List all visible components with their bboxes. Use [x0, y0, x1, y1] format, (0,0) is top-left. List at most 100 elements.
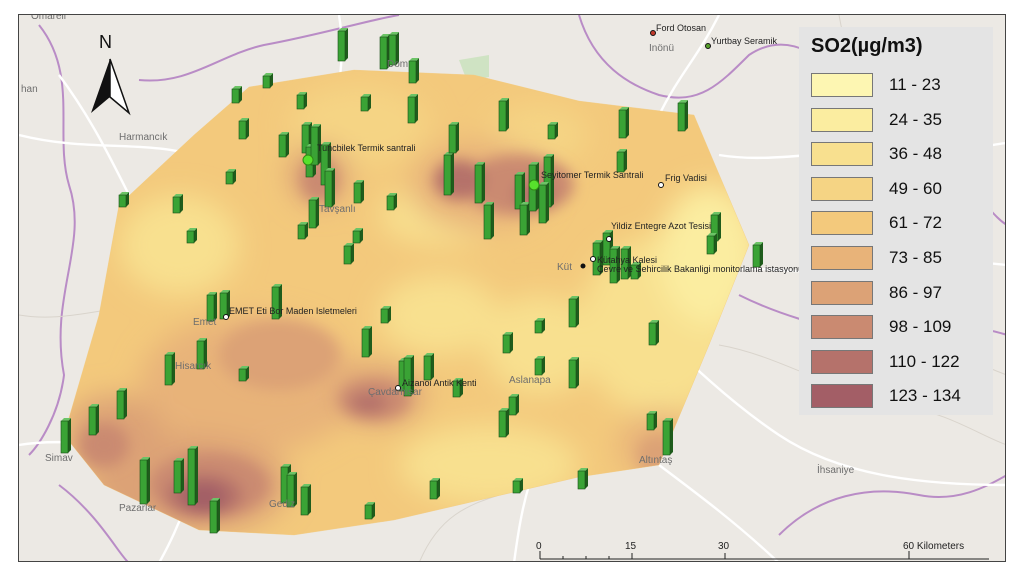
monitoring-bar-side — [394, 193, 397, 210]
monitoring-bar-side — [626, 107, 629, 138]
monitoring-bar — [429, 480, 438, 500]
monitoring-bar — [353, 182, 362, 204]
legend-label: 49 - 60 — [889, 178, 942, 198]
monitoring-bar — [361, 328, 370, 358]
monitoring-bar — [662, 420, 671, 456]
monitoring-bar — [474, 164, 483, 204]
facility-label-yildiz-entegre: Yildiz Entegre Azot Tesisi — [611, 221, 712, 231]
town-label-aslanapa: Aslanapa — [509, 375, 551, 386]
legend-item: 123 - 134 — [811, 384, 987, 410]
monitoring-bar-side — [685, 100, 688, 131]
monitoring-bar — [408, 60, 417, 84]
facility-label-aizanoi: Aizanoi Antik Kenti — [402, 378, 477, 388]
monitoring-bar — [60, 420, 69, 454]
scale-label-60: 60 Kilometers — [903, 541, 965, 552]
scale-label-30: 30 — [718, 541, 730, 552]
monitoring-bar — [423, 355, 432, 381]
monitoring-bar — [337, 30, 346, 62]
facility-label-ford-otosan: Ford Otosan — [656, 23, 707, 33]
monitoring-bar — [186, 230, 195, 244]
facility-point-icon — [528, 179, 540, 191]
monitoring-bar-side — [369, 326, 372, 357]
monitoring-bar — [297, 224, 306, 240]
monitoring-bar-side — [491, 202, 494, 239]
facility-label-seyitomer: Seyitomer Termik Santrali — [541, 170, 644, 180]
facility-point-icon — [590, 256, 596, 262]
monitoring-bar-side — [546, 182, 549, 223]
monitoring-bar-side — [305, 222, 308, 239]
monitoring-bar — [209, 500, 218, 534]
monitoring-bar-side — [147, 457, 150, 504]
monitoring-bar-side — [351, 243, 354, 264]
monitoring-bar-side — [506, 98, 509, 131]
monitoring-bar — [324, 170, 333, 208]
monitoring-bar-side — [576, 296, 579, 327]
monitoring-bar-side — [551, 154, 554, 207]
monitoring-bar — [164, 354, 173, 386]
monitoring-bar — [407, 96, 416, 124]
monitoring-bar — [512, 480, 521, 494]
monitoring-bar-side — [195, 446, 198, 505]
legend-title: SO2(µg/m3) — [811, 35, 923, 57]
monitoring-bar — [172, 196, 181, 214]
facility-label-yurtbay: Yurtbay Seramik — [711, 36, 778, 46]
monitoring-bar-side — [482, 162, 485, 203]
monitoring-bar-side — [714, 233, 717, 254]
monitoring-bar — [519, 204, 528, 236]
monitoring-bar-side — [654, 411, 657, 430]
monitoring-bar-side — [585, 468, 588, 489]
monitoring-bar — [308, 199, 317, 229]
facility-point-icon — [223, 314, 229, 320]
legend-item: 98 - 109 — [811, 315, 987, 341]
town-label-simav: Simav — [45, 453, 73, 464]
town-label-tavsanli: Tavşanlı — [319, 204, 356, 215]
monitoring-bar-side — [332, 168, 335, 207]
monitoring-bar-side — [516, 394, 519, 415]
monitoring-bar — [238, 368, 247, 382]
monitoring-bar — [547, 124, 556, 140]
monitoring-bar — [534, 358, 543, 376]
scale-label-0: 0 — [536, 541, 542, 552]
monitoring-bar — [677, 102, 686, 132]
monitoring-bar — [352, 230, 361, 244]
monitoring-bar — [364, 504, 373, 520]
monitoring-bar-side — [624, 149, 627, 172]
monitoring-bar-side — [361, 180, 364, 203]
monitoring-bar — [534, 320, 543, 334]
legend-swatch — [811, 142, 873, 167]
town-label-hisarcik: Hisarcık — [175, 361, 212, 372]
monitoring-bar-side — [217, 498, 220, 533]
monitoring-bar — [225, 171, 234, 185]
legend-swatch — [811, 315, 873, 340]
monitoring-bar — [231, 88, 240, 104]
map-frame[interactable]: Omarell Dom Inönü han Harmancık Tavşanlı… — [18, 14, 1006, 562]
monitoring-bar-side — [345, 28, 348, 61]
monitoring-bar-side — [415, 94, 418, 123]
legend-label: 24 - 35 — [889, 109, 942, 129]
facility-label-emet-eti-bor: EMET Eti Bor Maden Isletmeleri — [229, 306, 357, 316]
monitoring-bar — [483, 204, 492, 240]
legend-label: 110 - 122 — [889, 351, 960, 371]
monitoring-bar-side — [506, 408, 509, 437]
monitoring-bar-side — [180, 194, 183, 213]
legend: SO2(µg/m3) 11 - 23 24 - 35 36 - 48 49 - 60 6… — [799, 27, 993, 415]
legend-item: 110 - 122 — [811, 349, 987, 376]
legend-swatch — [811, 349, 873, 374]
legend-label: 73 - 85 — [889, 248, 942, 267]
legend-item: 24 - 35 — [811, 107, 987, 134]
legend-swatch — [811, 176, 873, 201]
monitoring-bar — [618, 109, 627, 139]
monitoring-bar-side — [68, 418, 71, 453]
monitoring-bar-side — [368, 94, 371, 111]
monitoring-bar — [116, 390, 125, 420]
monitoring-bar-side — [437, 478, 440, 499]
town-label-dom: Dom — [387, 59, 409, 70]
legend-swatch — [811, 384, 873, 409]
monitoring-bar-side — [308, 484, 311, 515]
monitoring-bar-side — [304, 92, 307, 109]
monitoring-bar — [498, 100, 507, 132]
legend-label: 36 - 48 — [889, 144, 942, 164]
monitoring-bar — [448, 124, 457, 154]
monitoring-bar — [648, 322, 657, 346]
facility-label-cevre-istasyon: Çevre ve Sehircilik Bakanligi monitorlam… — [597, 264, 799, 274]
